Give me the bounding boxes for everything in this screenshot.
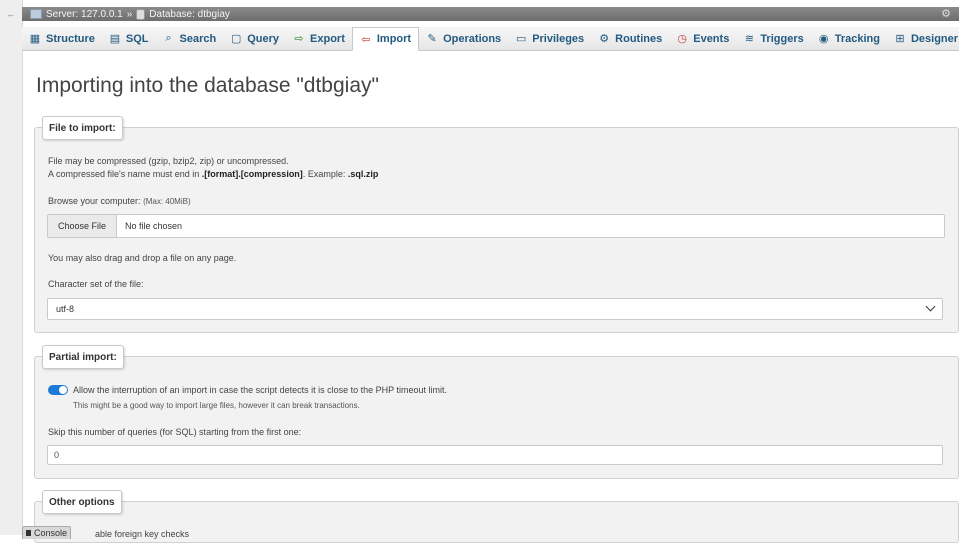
section-legend: File to import: (42, 116, 123, 140)
tab-label: Import (376, 33, 412, 45)
breadcrumb-server[interactable]: Server: 127.0.0.1 (46, 9, 123, 20)
left-navigation-strip (0, 0, 23, 535)
skip-queries-label: Skip this number of queries (for SQL) st… (48, 427, 302, 437)
tab-label: Operations (443, 32, 502, 45)
chevron-down-icon (925, 301, 936, 312)
export-icon: ⇨ (294, 33, 304, 45)
collapse-arrow-icon[interactable]: ← (4, 7, 18, 21)
import-icon: ⇦ (361, 33, 371, 46)
operations-icon: ✎ (427, 33, 437, 45)
example-text: .sql.zip (347, 169, 379, 179)
file-to-import-section: File to import: File may be compressed (… (34, 116, 959, 333)
console-icon (26, 530, 31, 536)
privileges-icon: ▭ (515, 33, 527, 45)
console-label: Console (34, 528, 68, 538)
server-icon (30, 9, 42, 19)
tab-sql[interactable]: ▤ SQL (102, 27, 156, 50)
tab-routines[interactable]: ⚙ Routines (591, 27, 669, 50)
tab-label: Triggers (760, 32, 804, 45)
tab-bar: ▦ Structure ▤ SQL ⌕ Search ▢ Query ⇨ Export ⇦… (22, 27, 959, 51)
tab-triggers[interactable]: ≋ Triggers (736, 27, 810, 50)
designer-icon: ⊞ (895, 33, 905, 45)
tab-designer[interactable]: ⊞ Designer (887, 27, 959, 50)
example-mid: . Example: (302, 169, 348, 179)
search-icon: ⌕ (165, 32, 172, 44)
tab-label: Events (693, 32, 730, 45)
tab-label: Search (179, 32, 217, 45)
charset-label: Character set of the file: (48, 279, 144, 289)
page-title: Importing into the database "dtbgiay" (36, 74, 379, 97)
routines-icon: ⚙ (599, 33, 610, 45)
partial-import-section: Partial import: Allow the interruption o… (34, 345, 959, 479)
browse-label: Browse your computer: (Max: 40MiB) (48, 196, 191, 206)
tracking-icon: ◉ (818, 33, 829, 45)
tab-structure[interactable]: ▦ Structure (22, 27, 102, 50)
tab-import[interactable]: ⇦ Import (351, 27, 420, 51)
triggers-icon: ≋ (744, 33, 754, 45)
structure-icon: ▦ (29, 33, 41, 45)
breadcrumb: Server: 127.0.0.1 » Database: dtbgiay (30, 8, 230, 20)
breadcrumb-bar: ← Server: 127.0.0.1 » Database: dtbgiay … (7, 7, 959, 21)
compression-note: File may be compressed (gzip, bzip2, zip… (48, 156, 289, 166)
breadcrumb-separator: » (126, 8, 133, 20)
skip-queries-input[interactable]: 0 (47, 445, 943, 465)
tab-export[interactable]: ⇨ Export (286, 27, 352, 50)
query-icon: ▢ (231, 33, 242, 45)
tab-search[interactable]: ⌕ Search (156, 27, 224, 50)
tab-events[interactable]: ◷ Events (669, 27, 736, 50)
max-size: (Max: 40MiB) (143, 197, 191, 206)
foreign-key-checks-label: able foreign key checks (95, 529, 190, 539)
tab-label: Structure (46, 32, 95, 45)
tab-label: Privileges (532, 32, 585, 45)
tab-label: Designer (910, 32, 959, 45)
allow-interruption-label: Allow the interruption of an import in c… (73, 385, 448, 395)
tab-operations[interactable]: ✎ Operations (419, 27, 508, 50)
tab-label: Export (310, 32, 345, 45)
allow-interruption-hint: This might be a good way to import large… (73, 401, 360, 410)
other-options-section: Other options able foreign key checks (34, 490, 959, 543)
breadcrumb-database[interactable]: Database: dtbgiay (149, 9, 230, 20)
tab-label: Routines (615, 32, 663, 45)
events-icon: ◷ (677, 33, 688, 45)
sql-icon: ▤ (109, 33, 121, 45)
tab-tracking[interactable]: ◉ Tracking (811, 27, 887, 50)
tab-privileges[interactable]: ▭ Privileges (508, 27, 591, 50)
file-input[interactable]: Choose File No file chosen (47, 214, 945, 238)
file-status: No file chosen (125, 221, 183, 231)
tab-query[interactable]: ▢ Query (223, 27, 286, 50)
browse-text: Browse your computer: (48, 196, 141, 206)
charset-value: utf-8 (56, 304, 75, 314)
gear-icon[interactable]: ⚙ (941, 7, 951, 21)
format-text: .[format].[compression] (201, 169, 303, 179)
drag-drop-note: You may also drag and drop a file on any… (48, 253, 237, 263)
compression-example: A compressed file's name must end in .[f… (48, 169, 378, 179)
tab-label: Query (247, 32, 280, 45)
section-legend: Partial import: (42, 345, 124, 369)
charset-select[interactable]: utf-8 (47, 298, 943, 320)
tab-label: SQL (125, 32, 149, 45)
example-prefix: A compressed file's name must end in (48, 169, 202, 179)
choose-file-button[interactable]: Choose File (48, 215, 118, 237)
tab-label: Tracking (834, 32, 880, 45)
allow-interruption-toggle[interactable] (48, 385, 68, 395)
section-legend: Other options (42, 490, 122, 514)
console-toggle[interactable]: Console (22, 526, 72, 539)
database-icon (136, 8, 146, 20)
